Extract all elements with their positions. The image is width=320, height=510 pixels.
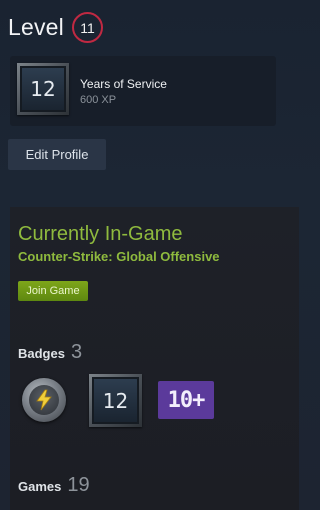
- lightning-icon: [36, 389, 52, 411]
- edit-profile-button[interactable]: Edit Profile: [8, 139, 106, 170]
- level-label: Level: [8, 14, 64, 40]
- join-game-button[interactable]: Join Game: [18, 281, 88, 301]
- games-label: Games: [18, 479, 62, 494]
- level-row: Level 11: [8, 12, 103, 43]
- badges-label: Badges: [18, 346, 65, 361]
- in-game-game-name[interactable]: Counter-Strike: Global Offensive: [18, 249, 220, 264]
- years-of-service-badge-icon: 12: [17, 63, 69, 115]
- level-badge[interactable]: 11: [71, 12, 103, 43]
- games-count: 19: [67, 474, 90, 496]
- games-owned-badge-icon[interactable]: 10+: [158, 381, 214, 419]
- badges-row: 12 10+: [10, 374, 220, 427]
- service-xp: 600 XP: [80, 94, 117, 106]
- in-game-status: Currently In-Game: [18, 223, 183, 245]
- service-text: Years of Service 600 XP: [80, 77, 167, 106]
- games-header[interactable]: Games 19: [18, 474, 90, 497]
- badges-count: 3: [70, 341, 83, 363]
- years-of-service-card[interactable]: 12 Years of Service 600 XP: [10, 56, 276, 126]
- years-of-service-badge-number: 12: [20, 66, 66, 112]
- years-badge-number: 12: [92, 377, 139, 424]
- lightning-badge-icon[interactable]: [22, 378, 66, 422]
- badges-header[interactable]: Badges 3: [18, 341, 82, 364]
- lightning-badge-core: [29, 385, 59, 415]
- years-of-service-badge-icon[interactable]: 12: [89, 374, 142, 427]
- in-game-panel: Currently In-Game Counter-Strike: Global…: [10, 207, 299, 510]
- service-title: Years of Service: [80, 77, 167, 91]
